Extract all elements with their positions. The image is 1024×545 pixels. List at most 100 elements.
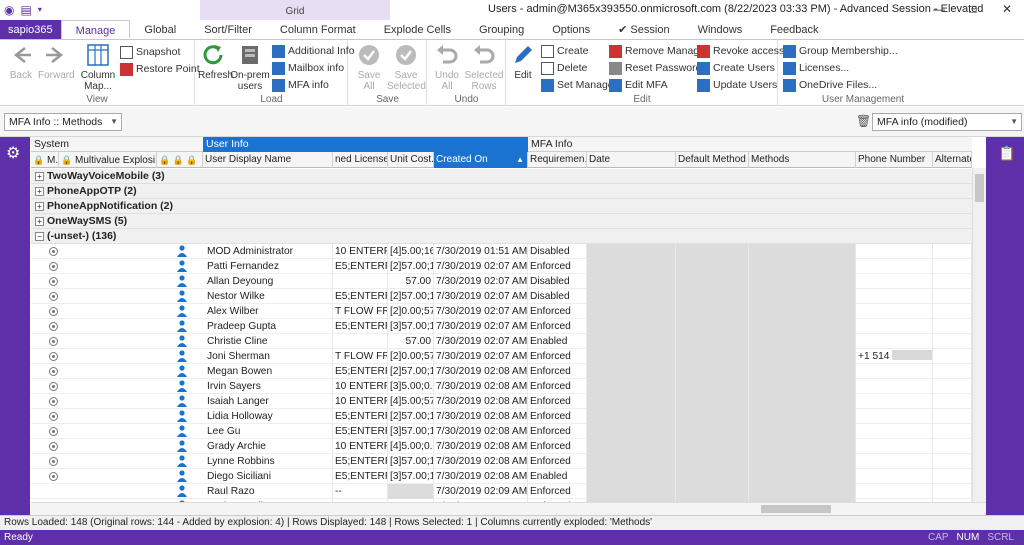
vertical-scrollbar[interactable] [972,168,986,502]
cell-created-on[interactable]: 7/30/2019 02:07 AM [434,334,528,349]
cell-date[interactable] [587,334,676,349]
column-header-m[interactable]: 🔒 M... [31,152,59,168]
cell-unit-cost[interactable]: [3]57.00;16. [388,424,434,439]
cell-methods[interactable] [749,364,856,379]
undo-selected-rows-button[interactable]: Selected Rows [464,42,504,92]
cell-date[interactable] [587,289,676,304]
table-row[interactable]: Grady Archie10 ENTERPRIS[4]5.00;0.007/30… [31,439,972,454]
cell-licenses[interactable]: E5;ENTERPRI [333,409,388,424]
cell-display-name[interactable]: Grady Archie [205,439,333,454]
cell-display-name[interactable]: MOD Administrator [205,244,333,259]
cell-licenses[interactable]: 10 ENTERPRIS [333,439,388,454]
expand-icon[interactable]: + [35,217,44,226]
cell-requirement[interactable]: Enforced [528,409,587,424]
tab-sort-filter[interactable]: Sort/Filter [190,20,266,39]
column-header-default-method[interactable]: Default Method [676,152,749,168]
collapse-icon[interactable]: − [35,232,44,241]
cell-phone[interactable] [856,424,933,439]
cell-licenses[interactable]: 10 ENTERPRIS [333,379,388,394]
users-grid[interactable]: System User Info MFA Info 🔒 M... 🔒 Multi… [31,137,972,502]
cell-created-on[interactable]: 7/30/2019 02:07 AM [434,289,528,304]
cell-default-method[interactable] [676,304,749,319]
cell-phone[interactable] [856,394,933,409]
update-users-button[interactable]: Update Users [697,77,777,93]
cell-alternate[interactable] [933,304,972,319]
cell-requirement[interactable]: Enforced [528,259,587,274]
cell-licenses[interactable] [333,334,388,349]
cell-display-name[interactable]: Allan Deyoung [205,274,333,289]
cell-licenses[interactable]: E5;ENTERPRI [333,364,388,379]
cell-created-on[interactable]: 7/30/2019 02:08 AM [434,439,528,454]
cell-unit-cost[interactable]: [4]5.00;57.0 [388,394,434,409]
column-header-phone[interactable]: Phone Number [856,152,933,168]
set-manager-button[interactable]: Set Manager [541,77,617,93]
cell-date[interactable] [587,484,676,499]
cell-date[interactable] [587,274,676,289]
cell-phone[interactable] [856,244,933,259]
cell-requirement[interactable]: Enforced [528,454,587,469]
cell-default-method[interactable] [676,244,749,259]
cell-alternate[interactable] [933,439,972,454]
cell-default-method[interactable] [676,259,749,274]
cell-created-on[interactable]: 7/30/2019 02:07 AM [434,259,528,274]
create-button[interactable]: Create [541,43,589,59]
horizontal-scrollbar[interactable] [31,502,986,515]
cell-licenses[interactable]: E5;ENTERPRI [333,424,388,439]
table-row[interactable]: MOD Administrator10 ENTERPRIS[4]5.00;16.… [31,244,972,259]
cell-created-on[interactable]: 7/30/2019 02:08 AM [434,424,528,439]
cell-default-method[interactable] [676,379,749,394]
quick-access-icon[interactable]: ▤ [20,3,31,17]
additional-info-button[interactable]: Additional Info [272,43,355,59]
expand-icon[interactable]: + [35,172,44,181]
cell-methods[interactable] [749,274,856,289]
table-row[interactable]: Patti FernandezE5;ENTERPRI[2]57.00;16.7/… [31,259,972,274]
cell-alternate[interactable] [933,409,972,424]
cell-unit-cost[interactable]: [2]0.00;57.0 [388,349,434,364]
cell-methods[interactable] [749,349,856,364]
cell-phone[interactable] [856,364,933,379]
cell-display-name[interactable]: Lidia Holloway [205,409,333,424]
cell-display-name[interactable]: Raul Razo [205,484,333,499]
cell-alternate[interactable] [933,394,972,409]
cell-default-method[interactable] [676,409,749,424]
cell-unit-cost[interactable]: [2]0.00;57.0 [388,304,434,319]
cell-methods[interactable] [749,334,856,349]
column-header-display-name[interactable]: User Display Name [203,152,333,168]
cell-alternate[interactable] [933,274,972,289]
snapshot-button[interactable]: Snapshot [120,44,180,60]
table-row[interactable]: Lynne RobbinsE5;ENTERPRI[3]57.00;16.7/30… [31,454,972,469]
table-row[interactable]: Isaiah Langer10 ENTERPRIS[4]5.00;57.07/3… [31,394,972,409]
cell-phone[interactable] [856,319,933,334]
cell-licenses[interactable]: E5;ENTERPRI [333,454,388,469]
cell-unit-cost[interactable]: 57.00 [388,334,434,349]
cell-requirement[interactable]: Enforced [528,424,587,439]
cell-licenses[interactable]: -- [333,484,388,499]
column-header-explosion[interactable]: 🔒 Multivalue Explosi... [59,152,157,168]
cell-phone[interactable] [856,484,933,499]
column-header-methods[interactable]: Methods [749,152,856,168]
cell-methods[interactable] [749,259,856,274]
back-button[interactable]: Back [6,42,36,81]
cell-licenses[interactable] [333,274,388,289]
cell-unit-cost[interactable]: [4]5.00;16.4 [388,244,434,259]
remove-manager-button[interactable]: Remove Manager [609,43,708,59]
table-row[interactable]: Joni ShermanT FLOW FREE;[2]0.00;57.07/30… [31,349,972,364]
cell-requirement[interactable]: Enforced [528,304,587,319]
cell-alternate[interactable] [933,469,972,484]
cell-phone[interactable] [856,379,933,394]
cell-display-name[interactable]: Diego Siciliani [205,469,333,484]
cell-date[interactable] [587,469,676,484]
restore-point-button[interactable]: Restore Point [120,61,200,77]
cell-phone[interactable] [856,289,933,304]
group-membership-button[interactable]: Group Membership... [783,43,898,59]
table-row[interactable]: Lidia HollowayE5;ENTERPRI[2]57.00;16.7/3… [31,409,972,424]
column-header-date[interactable]: Date [587,152,676,168]
cell-display-name[interactable]: Alex Wilber [205,304,333,319]
save-all-button[interactable]: Save All [353,42,385,92]
cell-alternate[interactable] [933,379,972,394]
cell-date[interactable] [587,244,676,259]
cell-display-name[interactable]: Patti Fernandez [205,259,333,274]
cell-alternate[interactable] [933,319,972,334]
cell-licenses[interactable]: E5;ENTERPRI [333,259,388,274]
cell-methods[interactable] [749,289,856,304]
